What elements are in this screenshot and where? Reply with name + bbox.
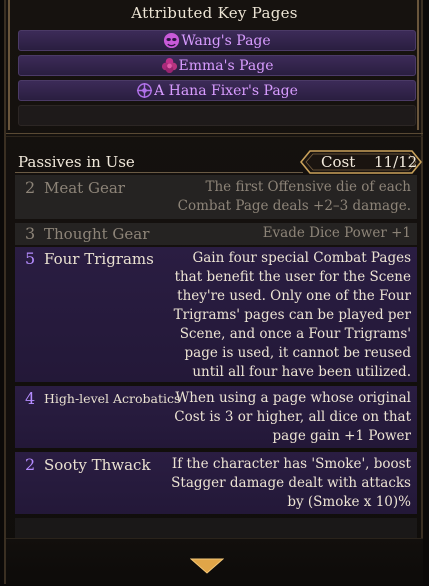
passives-header-underline [15, 172, 303, 173]
hana-emblem-icon [137, 82, 153, 99]
passive-desc-line: Trigrams' pages can be played per [173, 307, 411, 323]
passive-cost: 2 [25, 455, 36, 474]
flower-icon [161, 57, 177, 74]
mask-icon [164, 32, 180, 49]
passive-row-thought-gear[interactable]: 3 Thought Gear Evade Dice Power +1 [15, 223, 417, 245]
passive-cost: 5 [25, 249, 36, 268]
passive-name: Four Trigrams [44, 250, 154, 268]
passive-desc-line: Gain four special Combat Pages [192, 250, 411, 266]
passive-desc-line: by (Smoke x 10)% [287, 494, 411, 510]
key-page-emma[interactable]: Emma's Page [18, 55, 416, 76]
passive-description: The first Offensive die of each Combat P… [178, 178, 411, 216]
section-divider [6, 133, 423, 134]
key-page-hana-fixer[interactable]: A Hana Fixer's Page [18, 80, 416, 101]
passive-cost: 4 [25, 389, 36, 408]
passive-desc-line: Cost is 3 or higher, all dice on that [174, 409, 411, 425]
passive-desc-line: The first Offensive die of each [205, 179, 411, 195]
cost-label: Cost [321, 153, 356, 171]
passives-title: Passives in Use [18, 153, 135, 171]
passive-cost: 2 [25, 178, 36, 197]
key-page-label: A Hana Fixer's Page [154, 82, 298, 99]
passive-row-meat-gear[interactable]: 2 Meat Gear The first Offensive die of e… [15, 175, 417, 219]
passive-description: Gain four special Combat Pages that bene… [174, 249, 411, 382]
passive-desc-line: that benefit the user for the Scene [174, 269, 411, 285]
passives-list[interactable]: 2 Meat Gear The first Offensive die of e… [15, 174, 417, 540]
passive-desc-line: Scene, and once a Four Trigrams' [179, 326, 411, 342]
passive-desc-line: When using a page whose original [175, 390, 411, 406]
passive-description: If the character has 'Smoke', boost Stag… [171, 455, 411, 512]
key-pages-title: Attributed Key Pages [131, 4, 298, 22]
passive-row-four-trigrams[interactable]: 5 Four Trigrams Gain four special Combat… [15, 247, 417, 382]
passive-cost: 3 [25, 224, 36, 243]
passive-desc-line: page is used, it cannot be reused [184, 345, 411, 361]
passive-desc-line: page gain +1 Power [272, 428, 411, 444]
passive-name: Sooty Thwack [44, 456, 151, 474]
passive-row-sooty-thwack[interactable]: 2 Sooty Thwack If the character has 'Smo… [15, 452, 417, 514]
passive-row-high-level-acrobatics[interactable]: 4 High-level Acrobatics When using a pag… [15, 386, 417, 448]
key-page-wang[interactable]: Wang's Page [18, 30, 416, 51]
passive-name: Thought Gear [44, 225, 150, 243]
passive-row-empty[interactable] [15, 518, 417, 540]
passive-name: Meat Gear [44, 179, 125, 197]
passive-desc-line: until all four have been utilized. [192, 364, 411, 380]
cost-indicator: Cost 11/12 [300, 150, 422, 174]
passive-desc-line: they're used. Only one of the Four [177, 288, 411, 304]
section-divider-shadow [6, 136, 423, 137]
passive-desc-line: Evade Dice Power +1 [262, 225, 411, 241]
passive-description: Evade Dice Power +1 [263, 224, 411, 243]
key-page-label: Emma's Page [178, 57, 274, 74]
passive-name: High-level Acrobatics [44, 391, 181, 406]
passive-desc-line: If the character has 'Smoke', boost [171, 456, 411, 472]
key-page-label: Wang's Page [181, 32, 271, 49]
key-page-empty-slot[interactable] [18, 105, 416, 126]
passive-description: When using a page whose original Cost is… [174, 389, 411, 446]
passive-desc-line: Combat Page deals +2–3 damage. [177, 198, 411, 214]
cost-value: 11/12 [374, 153, 418, 171]
passive-desc-line: Stagger damage dealt with attacks [171, 475, 411, 491]
scroll-down-arrow-icon[interactable] [190, 558, 224, 574]
